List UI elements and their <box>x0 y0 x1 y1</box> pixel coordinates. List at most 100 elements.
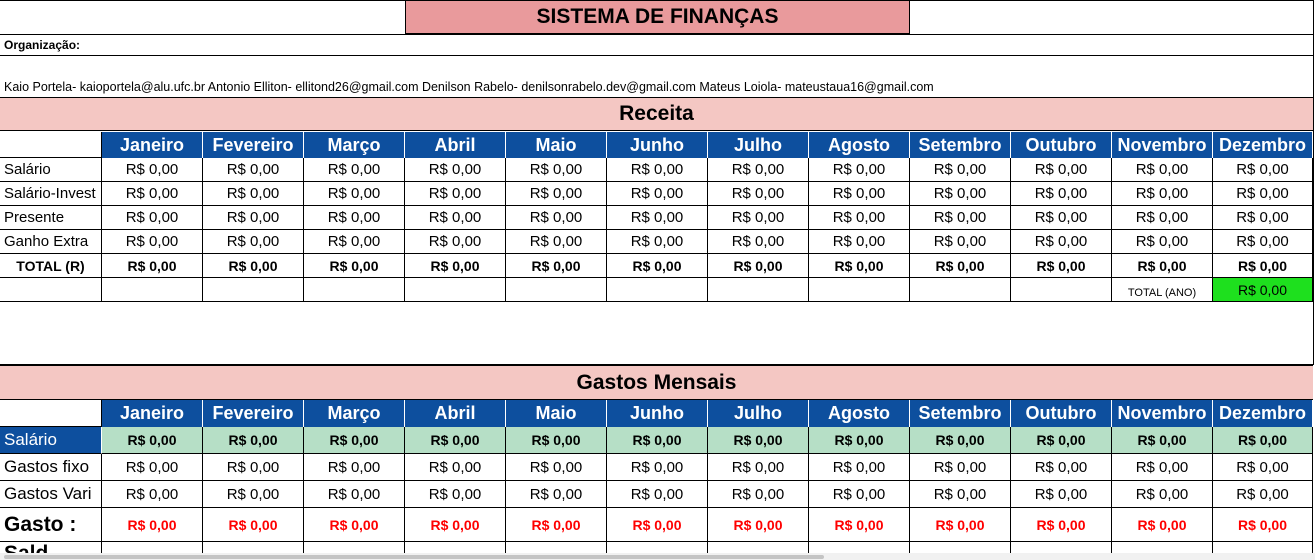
receita-cell[interactable]: R$ 0,00 <box>607 182 708 206</box>
gastos-cell[interactable]: R$ 0,00 <box>708 481 809 508</box>
organization-label[interactable]: Organização: <box>4 38 80 52</box>
receita-month-header-março[interactable]: Março <box>304 132 405 158</box>
receita-cell[interactable]: R$ 0,00 <box>405 230 506 254</box>
receita-month-header-junho[interactable]: Junho <box>607 132 708 158</box>
empty-cell[interactable] <box>102 278 203 302</box>
gastos-month-header-agosto[interactable]: Agosto <box>809 400 910 427</box>
receita-cell[interactable]: R$ 0,00 <box>1213 158 1313 182</box>
receita-cell[interactable]: R$ 0,00 <box>910 206 1011 230</box>
receita-cell[interactable]: R$ 0,00 <box>304 158 405 182</box>
receita-month-header-outubro[interactable]: Outubro <box>1011 132 1112 158</box>
receita-cell[interactable]: R$ 0,00 <box>708 230 809 254</box>
gasto-total-cell[interactable]: R$ 0,00 <box>910 508 1011 542</box>
gastos-month-header-maio[interactable]: Maio <box>506 400 607 427</box>
gastos-cell[interactable]: R$ 0,00 <box>506 481 607 508</box>
sheet-title[interactable]: SISTEMA DE FINANÇAS <box>405 0 910 34</box>
receita-cell[interactable]: R$ 0,00 <box>809 206 910 230</box>
year-total-value[interactable]: R$ 0,00 <box>1213 278 1313 302</box>
receita-cell[interactable]: R$ 0,00 <box>506 158 607 182</box>
gastos-row-label[interactable]: Gastos fixo <box>0 454 102 481</box>
gasto-total-cell[interactable]: R$ 0,00 <box>1213 508 1313 542</box>
empty-cell[interactable] <box>405 278 506 302</box>
gastos-salario-cell[interactable]: R$ 0,00 <box>708 427 809 454</box>
empty-cell[interactable] <box>203 278 304 302</box>
receita-total-cell[interactable]: R$ 0,00 <box>1112 254 1213 278</box>
gasto-total-cell[interactable]: R$ 0,00 <box>203 508 304 542</box>
receita-month-header-maio[interactable]: Maio <box>506 132 607 158</box>
receita-month-header-julho[interactable]: Julho <box>708 132 809 158</box>
receita-total-label[interactable]: TOTAL (R) <box>0 254 102 278</box>
gastos-row-label[interactable]: Gastos Vari <box>0 481 102 508</box>
gastos-salario-cell[interactable]: R$ 0,00 <box>1213 427 1313 454</box>
gastos-cell[interactable]: R$ 0,00 <box>405 481 506 508</box>
empty-cell[interactable] <box>0 278 102 302</box>
gasto-total-cell[interactable]: R$ 0,00 <box>102 508 203 542</box>
gastos-month-header-dezembro[interactable]: Dezembro <box>1213 400 1313 427</box>
receita-cell[interactable]: R$ 0,00 <box>1011 230 1112 254</box>
receita-cell[interactable]: R$ 0,00 <box>304 182 405 206</box>
gastos-cell[interactable]: R$ 0,00 <box>809 454 910 481</box>
receita-cell[interactable]: R$ 0,00 <box>809 230 910 254</box>
gastos-cell[interactable]: R$ 0,00 <box>506 454 607 481</box>
receita-row-label[interactable]: Presente <box>0 206 102 230</box>
receita-cell[interactable]: R$ 0,00 <box>910 182 1011 206</box>
receita-cell[interactable]: R$ 0,00 <box>304 206 405 230</box>
receita-total-cell[interactable]: R$ 0,00 <box>506 254 607 278</box>
scrollbar-thumb[interactable] <box>4 555 824 559</box>
gastos-salario-cell[interactable]: R$ 0,00 <box>304 427 405 454</box>
gastos-cell[interactable]: R$ 0,00 <box>910 481 1011 508</box>
gastos-salario-cell[interactable]: R$ 0,00 <box>1112 427 1213 454</box>
receita-cell[interactable]: R$ 0,00 <box>708 158 809 182</box>
receita-row-label[interactable]: Ganho Extra <box>0 230 102 254</box>
receita-cell[interactable]: R$ 0,00 <box>203 158 304 182</box>
gastos-salario-cell[interactable]: R$ 0,00 <box>910 427 1011 454</box>
gastos-cell[interactable]: R$ 0,00 <box>1213 481 1313 508</box>
gastos-cell[interactable]: R$ 0,00 <box>607 454 708 481</box>
receita-cell[interactable]: R$ 0,00 <box>1112 158 1213 182</box>
members-line[interactable]: Kaio Portela- kaioportela@alu.ufc.br Ant… <box>4 80 934 94</box>
receita-cell[interactable]: R$ 0,00 <box>203 206 304 230</box>
receita-cell[interactable]: R$ 0,00 <box>506 182 607 206</box>
receita-total-cell[interactable]: R$ 0,00 <box>405 254 506 278</box>
receita-cell[interactable]: R$ 0,00 <box>405 206 506 230</box>
gasto-total-cell[interactable]: R$ 0,00 <box>506 508 607 542</box>
receita-total-cell[interactable]: R$ 0,00 <box>1011 254 1112 278</box>
gastos-salario-cell[interactable]: R$ 0,00 <box>405 427 506 454</box>
empty-cell[interactable] <box>304 278 405 302</box>
gastos-month-header-julho[interactable]: Julho <box>708 400 809 427</box>
empty-cell[interactable] <box>708 278 809 302</box>
receita-cell[interactable]: R$ 0,00 <box>910 230 1011 254</box>
gastos-month-header-fevereiro[interactable]: Fevereiro <box>203 400 304 427</box>
receita-total-cell[interactable]: R$ 0,00 <box>304 254 405 278</box>
receita-cell[interactable]: R$ 0,00 <box>1011 206 1112 230</box>
gastos-salario-cell[interactable]: R$ 0,00 <box>809 427 910 454</box>
gastos-cell[interactable]: R$ 0,00 <box>708 454 809 481</box>
receita-cell[interactable]: R$ 0,00 <box>203 182 304 206</box>
gasto-total-cell[interactable]: R$ 0,00 <box>708 508 809 542</box>
receita-cell[interactable]: R$ 0,00 <box>607 206 708 230</box>
receita-cell[interactable]: R$ 0,00 <box>1213 230 1313 254</box>
gastos-month-header-janeiro[interactable]: Janeiro <box>102 400 203 427</box>
receita-cell[interactable]: R$ 0,00 <box>102 182 203 206</box>
receita-cell[interactable]: R$ 0,00 <box>1011 182 1112 206</box>
receita-cell[interactable]: R$ 0,00 <box>809 158 910 182</box>
receita-month-header-dezembro[interactable]: Dezembro <box>1213 132 1313 158</box>
receita-month-header-fevereiro[interactable]: Fevereiro <box>203 132 304 158</box>
receita-cell[interactable]: R$ 0,00 <box>405 158 506 182</box>
gastos-title[interactable]: Gastos Mensais <box>0 365 1313 400</box>
receita-cell[interactable]: R$ 0,00 <box>607 230 708 254</box>
gastos-salario-cell[interactable]: R$ 0,00 <box>607 427 708 454</box>
gastos-cell[interactable]: R$ 0,00 <box>102 481 203 508</box>
receita-corner-cell[interactable] <box>0 132 102 158</box>
year-total-label[interactable]: TOTAL (ANO) <box>1112 278 1213 302</box>
receita-cell[interactable]: R$ 0,00 <box>1213 182 1313 206</box>
gastos-salario-cell[interactable]: R$ 0,00 <box>1011 427 1112 454</box>
empty-cell[interactable] <box>506 278 607 302</box>
receita-month-header-novembro[interactable]: Novembro <box>1112 132 1213 158</box>
receita-cell[interactable]: R$ 0,00 <box>102 206 203 230</box>
empty-cell[interactable] <box>607 278 708 302</box>
receita-cell[interactable]: R$ 0,00 <box>910 158 1011 182</box>
gastos-corner-cell[interactable] <box>0 400 102 427</box>
gastos-month-header-junho[interactable]: Junho <box>607 400 708 427</box>
receita-cell[interactable]: R$ 0,00 <box>203 230 304 254</box>
